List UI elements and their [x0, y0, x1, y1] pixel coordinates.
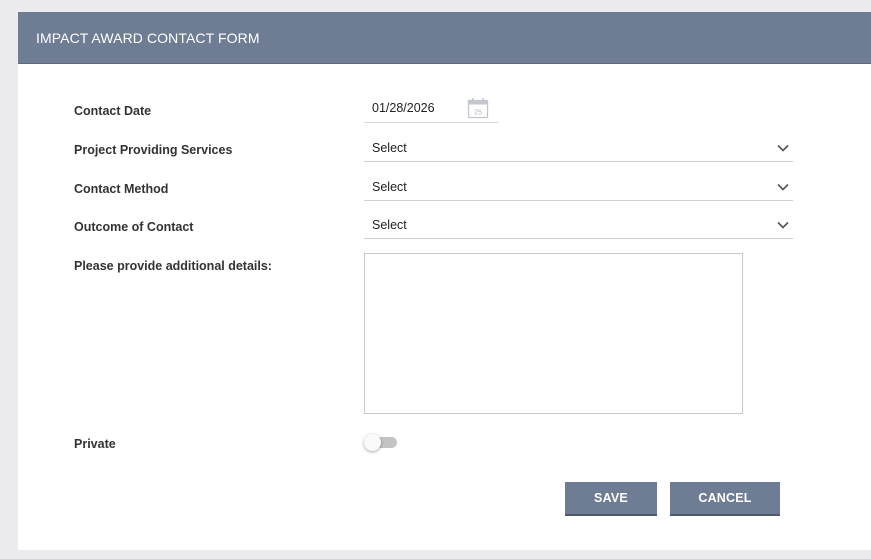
- cancel-button[interactable]: CANCEL: [670, 482, 780, 516]
- private-label: Private: [74, 437, 116, 451]
- calendar-day-text: 25: [474, 110, 482, 117]
- method-select-value: Select: [372, 180, 407, 194]
- project-label: Project Providing Services: [74, 143, 233, 157]
- contact-date-value[interactable]: 01/28/2026: [372, 101, 435, 115]
- details-label: Please provide additional details:: [74, 259, 272, 273]
- project-select[interactable]: Select: [364, 136, 793, 162]
- outcome-label: Outcome of Contact: [74, 220, 194, 234]
- contact-date-label: Contact Date: [74, 104, 152, 118]
- chevron-down-icon: [777, 183, 789, 191]
- details-textarea[interactable]: [364, 253, 743, 414]
- method-select[interactable]: Select: [364, 175, 793, 201]
- form-header: IMPACT AWARD CONTACT FORM: [18, 12, 871, 64]
- private-toggle[interactable]: [364, 434, 397, 451]
- toggle-thumb: [364, 434, 381, 451]
- outcome-select[interactable]: Select: [364, 213, 793, 239]
- contact-date-field[interactable]: 01/28/2026 25: [364, 94, 498, 123]
- project-select-value: Select: [372, 141, 407, 155]
- save-button[interactable]: SAVE: [565, 482, 657, 516]
- outcome-select-value: Select: [372, 218, 407, 232]
- calendar-icon[interactable]: 25: [467, 97, 489, 119]
- chevron-down-icon: [777, 144, 789, 152]
- chevron-down-icon: [777, 221, 789, 229]
- method-label: Contact Method: [74, 182, 169, 196]
- form-title: IMPACT AWARD CONTACT FORM: [36, 29, 260, 46]
- contact-form-panel: IMPACT AWARD CONTACT FORM Contact Date 0…: [18, 12, 871, 550]
